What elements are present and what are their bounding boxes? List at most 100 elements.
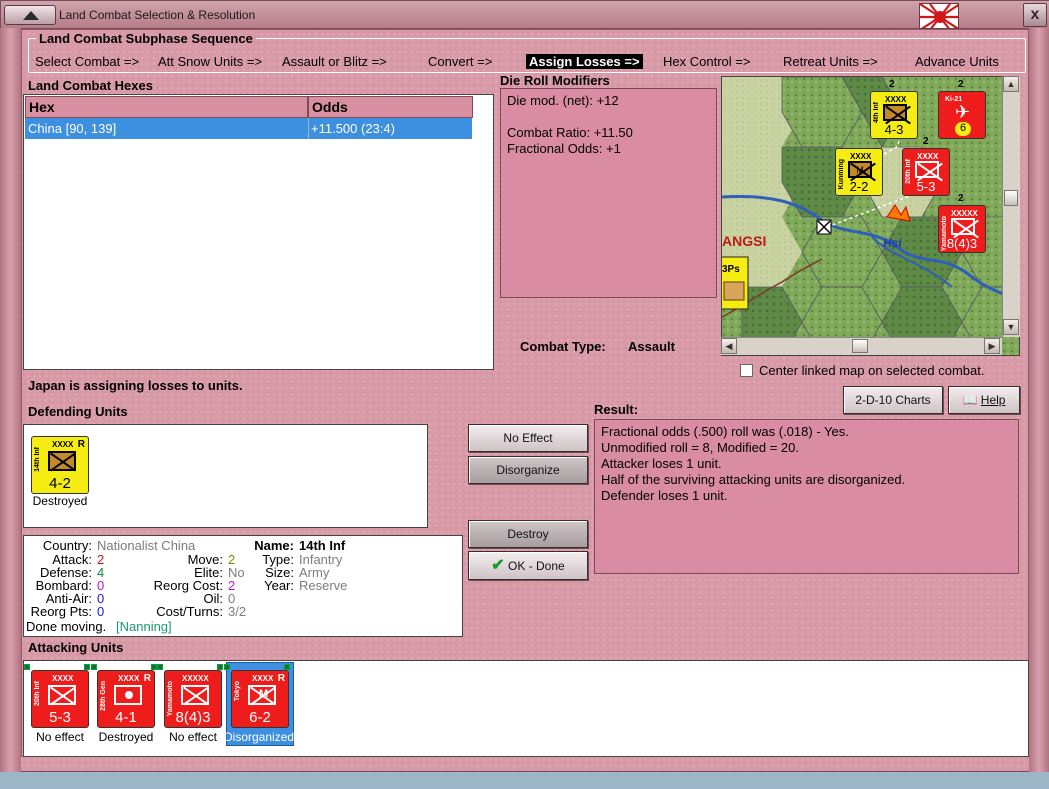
right-frame [1029, 28, 1049, 772]
map-horizontal-scrollbar[interactable]: ◀ ▶ [721, 337, 1002, 355]
counter-strength: 6-2 [249, 709, 271, 726]
hex-table-header: Hex Odds [25, 96, 473, 118]
window-menu-button[interactable] [4, 5, 56, 25]
country-label: Country: [42, 538, 92, 553]
result-line: Half of the surviving attacking units ar… [601, 472, 906, 487]
map-city-label: Hsi [883, 236, 902, 250]
column-divider [308, 118, 309, 139]
charts-button[interactable]: 2-D-10 Charts [843, 386, 943, 414]
map-counter-kunming[interactable]: XXXX Kunming M 2-2 [835, 148, 883, 196]
map-counter-20th-inf[interactable]: XXXX 20th Inf 5-3 [902, 148, 950, 196]
center-map-label: Center linked map on selected combat. [759, 363, 985, 378]
cost-turns-value: 3/2 [228, 604, 247, 619]
help-button[interactable]: 📖 Help [948, 386, 1020, 414]
map-region-label: ANGSI [722, 233, 767, 249]
scroll-thumb[interactable] [852, 339, 868, 353]
close-icon: x [1030, 6, 1040, 23]
title-bar[interactable]: Land Combat Selection & Resolution x [1, 1, 1049, 29]
mech-icon: M [848, 161, 872, 178]
map-counter-yamamoto[interactable]: XXXXX Yamamoto 8(4)3 [938, 205, 986, 253]
result-title: Result: [594, 402, 639, 417]
location-value: [Nanning] [116, 619, 172, 634]
attacker-counter-20th-inf[interactable]: XXXX 20th Inf 5-3 [31, 670, 89, 728]
reserve-marker: R [277, 673, 285, 684]
year-label: Year: [264, 578, 294, 593]
hex-cell: China [90, 139] [28, 121, 117, 136]
attacker-status: No effect [169, 730, 217, 744]
no-effect-label: No Effect [503, 431, 553, 445]
counter-size: XXXX [917, 152, 939, 161]
linked-map[interactable]: ANGSI Hsi 3Ps XXXX 4th Inf 4-3 2 XXXX Ku… [721, 76, 1020, 356]
attacker-counter-28th-gen[interactable]: XXXX 28th Gen R 4-1 [97, 670, 155, 728]
country-value: Nationalist China [97, 538, 196, 553]
infantry-icon [951, 218, 975, 235]
left-frame [0, 28, 21, 772]
status-line: Japan is assigning losses to units. [28, 378, 243, 393]
attacking-title: Attacking Units [28, 640, 124, 655]
die-mod-line: Die mod. (net): +12 [507, 93, 619, 108]
unit-marker-icon [224, 664, 230, 670]
combat-ratio-line: Combat Ratio: +11.50 [507, 125, 633, 140]
table-row[interactable]: China [90, 139] +11.500 (23:4) [25, 118, 472, 139]
counter-name: 14th Inf [34, 447, 41, 472]
scroll-right-icon[interactable]: ▶ [984, 338, 1000, 354]
subphase-title: Land Combat Subphase Sequence [36, 31, 256, 46]
column-odds[interactable]: Odds [308, 96, 473, 118]
artillery-dot [125, 691, 133, 699]
triangle-icon [23, 11, 39, 20]
attacker-counter-tokyo[interactable]: XXXX Tokyo R M 6-2 [231, 670, 289, 728]
map-vertical-scrollbar[interactable]: ▲ ▼ [1002, 76, 1020, 337]
cost-turns-label: Cost/Turns: [156, 604, 223, 619]
counter-name: 28th Gen [100, 681, 107, 711]
reorg-pts-value: 0 [97, 604, 105, 619]
map-counter-4th-inf[interactable]: XXXX 4th Inf 4-3 [870, 91, 918, 139]
scroll-left-icon[interactable]: ◀ [721, 338, 737, 354]
counter-size: XXXX [52, 674, 74, 683]
attacker-status: Disorganized [224, 730, 295, 744]
infantry-icon [181, 685, 209, 705]
scroll-up-icon[interactable]: ▲ [1003, 76, 1019, 92]
counter-strength: 2-2 [849, 179, 869, 194]
die-roll-title: Die Roll Modifiers [500, 73, 610, 88]
scroll-down-icon[interactable]: ▼ [1003, 319, 1019, 335]
counter-strength: 8(4)3 [175, 709, 211, 726]
defender-counter-14th-inf[interactable]: XXXX 14th Inf R 4-2 [31, 436, 89, 494]
unit-marker-icon [91, 664, 97, 670]
defender-status: Destroyed [32, 494, 88, 508]
center-map-checkbox[interactable] [740, 364, 753, 377]
counter-name: Tokyo [234, 681, 241, 702]
attacking-units-box: XXXX 20th Inf 5-3 No effect XXXX 28th Ge… [23, 660, 1029, 757]
year-value: Reserve [299, 578, 348, 593]
close-button[interactable]: x [1023, 3, 1047, 27]
no-effect-button[interactable]: No Effect [468, 424, 588, 452]
mech-icon: M [248, 685, 276, 705]
attacker-counter-yamamoto[interactable]: XXXXX Yamamoto 8(4)3 [164, 670, 222, 728]
unit-info-box: Country: Nationalist China Attack: 2 Def… [23, 535, 463, 637]
hexes-title: Land Combat Hexes [28, 78, 153, 93]
unit-marker-icon [24, 664, 30, 670]
hex-table: Hex Odds China [90, 139] +11.500 (23:4) [23, 94, 494, 370]
counter-size: XXXX [52, 440, 74, 449]
counter-size: XXXXX [182, 674, 209, 683]
background-map-strip [0, 772, 1049, 789]
counter-size: XXXX [885, 95, 907, 104]
destroy-label: Destroy [507, 527, 549, 541]
counter-strength: 5-3 [49, 709, 71, 726]
counter-size: XXXX [850, 152, 872, 161]
result-box: Fractional odds (.500) roll was (.018) -… [594, 419, 1019, 574]
scroll-thumb[interactable] [1004, 190, 1018, 206]
infantry-icon [915, 161, 939, 178]
infantry-icon [883, 104, 907, 121]
column-hex[interactable]: Hex [25, 96, 308, 118]
ok-done-button[interactable]: ✔ OK - Done [468, 551, 588, 580]
map-counter-ki21[interactable]: Ki-21 ✈ 6 [938, 91, 986, 139]
stack-count: 2 [889, 79, 895, 90]
result-line: Unmodified roll = 8, Modified = 20. [601, 440, 799, 455]
disorganize-button[interactable]: Disorganize [468, 456, 588, 484]
step-assault-or-blitz: Assault or Blitz => [282, 54, 387, 69]
counter-name: 20th Inf [34, 681, 41, 706]
destroy-button[interactable]: Destroy [468, 520, 588, 548]
checkmark-icon: ✔ [491, 557, 505, 574]
stack-count: 2 [958, 193, 964, 204]
fractional-odds-line: Fractional Odds: +1 [507, 141, 621, 156]
